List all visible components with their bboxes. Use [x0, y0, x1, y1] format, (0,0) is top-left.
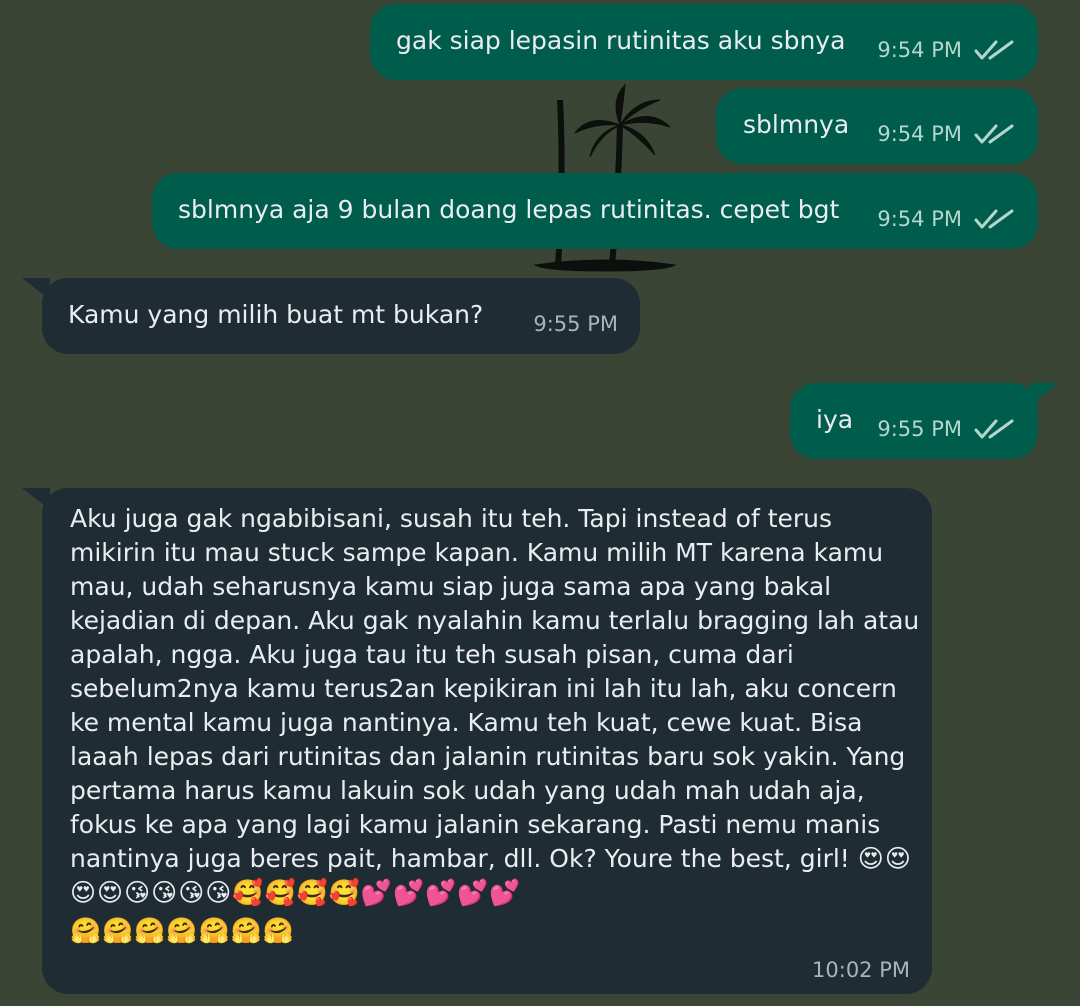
message-meta: 9:55 PM — [533, 312, 618, 336]
message-meta: 9:55 PM — [877, 417, 1016, 441]
message-text: sblmnya — [743, 110, 850, 139]
message-text: iya — [816, 405, 854, 434]
message-time: 9:54 PM — [877, 122, 962, 146]
double-check-icon — [974, 124, 1014, 144]
double-check-icon — [974, 419, 1014, 439]
message-bubble-outgoing[interactable]: gak siap lepasin rutinitas aku sbnya 9:5… — [370, 4, 1038, 80]
message-bubble-outgoing[interactable]: sblmnya aja 9 bulan doang lepas rutinita… — [152, 173, 1038, 249]
message-bubble-incoming[interactable]: Kamu yang milih buat mt bukan? 9:55 PM — [22, 278, 640, 354]
message-bubble-incoming[interactable]: Aku juga gak ngabibisani, susah itu teh.… — [22, 488, 932, 994]
message-time: 10:02 PM — [812, 958, 910, 982]
message-text-block: Aku juga gak ngabibisani, susah itu teh.… — [70, 502, 920, 948]
bubble-tail — [22, 488, 50, 510]
message-time: 9:55 PM — [877, 417, 962, 441]
message-meta: 9:54 PM — [877, 122, 1016, 146]
double-check-icon — [974, 209, 1014, 229]
message-meta: 10:02 PM — [812, 958, 910, 982]
message-time: 9:54 PM — [877, 38, 962, 62]
message-text: gak siap lepasin rutinitas aku sbnya — [396, 26, 846, 55]
message-meta: 9:54 PM — [877, 207, 1016, 231]
message-time: 9:54 PM — [877, 207, 962, 231]
message-time: 9:55 PM — [533, 312, 618, 336]
emoji-line: 🤗🤗🤗🤗🤗🤗🤗 — [70, 916, 295, 945]
message-meta: 9:54 PM — [877, 38, 1016, 62]
message-bubble-outgoing[interactable]: sblmnya 9:54 PM — [716, 88, 1038, 164]
bubble-tail — [22, 278, 50, 300]
message-text: sblmnya aja 9 bulan doang lepas rutinita… — [178, 195, 840, 224]
bubble-tail — [1030, 383, 1058, 405]
double-check-icon — [974, 40, 1014, 60]
message-text: Kamu yang milih buat mt bukan? — [68, 300, 484, 329]
message-text: Aku juga gak ngabibisani, susah itu teh.… — [70, 504, 920, 873]
message-bubble-outgoing[interactable]: iya 9:55 PM — [790, 383, 1058, 459]
